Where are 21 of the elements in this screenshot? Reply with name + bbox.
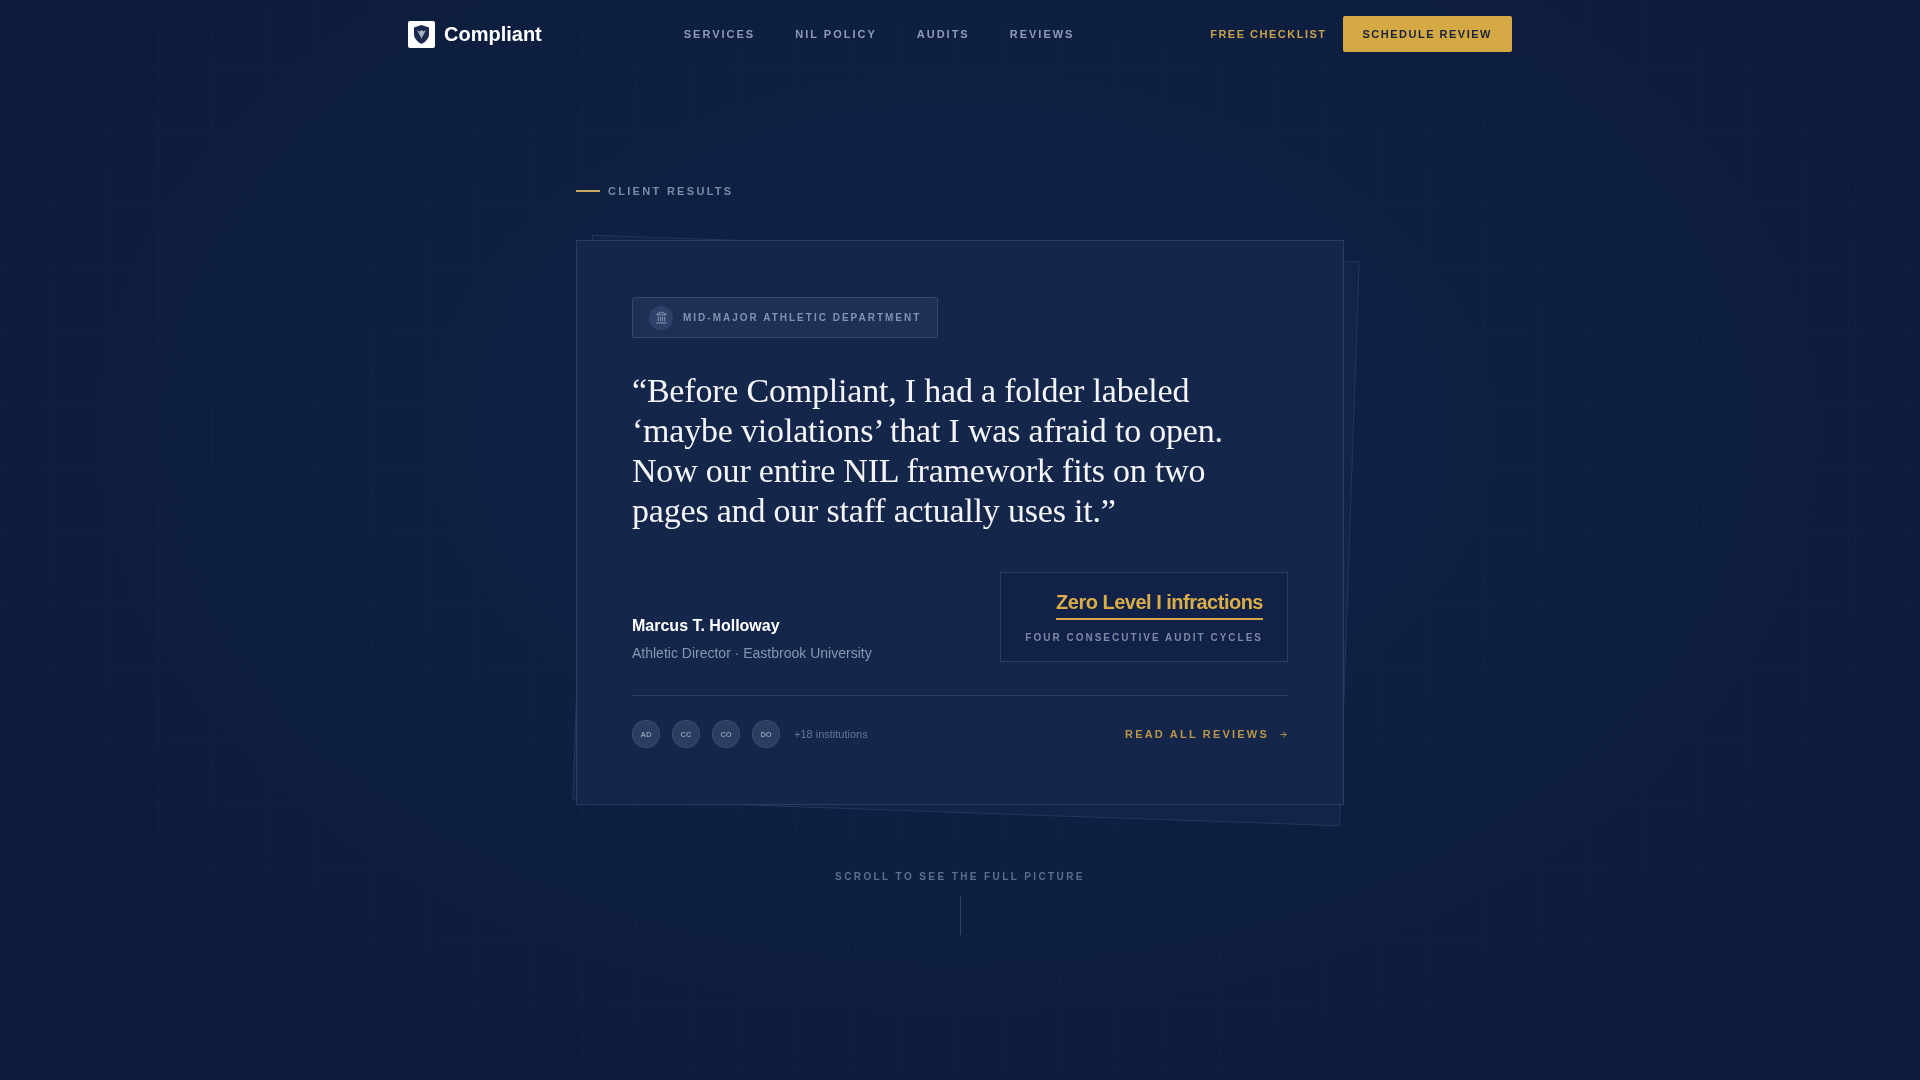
brand-name[interactable]: Compliant [444, 22, 542, 46]
stat-caption: FOUR CONSECUTIVE AUDIT CYCLES [1025, 631, 1263, 645]
schedule-review-button[interactable]: SCHEDULE REVIEW [1342, 16, 1512, 52]
testimonial-quote: “Before Compliant, I had a folder labeled ‘maybe violations’ that I was afraid to open. Now our entire NIL framework fits on two pages and our staff actually uses it.” [632, 371, 1224, 531]
institutions-count: +18 institutions [794, 728, 868, 740]
author-role: Athletic Director · Eastbrook University [632, 644, 872, 662]
stat-value: Zero Level I infractions [1056, 590, 1263, 620]
nav-link[interactable]: NIL POLICY [795, 28, 877, 40]
nav-link[interactable]: SERVICES [683, 28, 756, 40]
nav-link[interactable]: REVIEWS [1009, 28, 1075, 40]
checklist-link[interactable]: FREE CHECKLIST [1210, 28, 1327, 40]
nav-link[interactable]: AUDITS [916, 28, 970, 40]
section-eyebrow: CLIENT RESULTS [608, 185, 734, 197]
author-name: Marcus T. Holloway [632, 616, 781, 636]
read-reviews-link[interactable]: READ ALL REVIEWS [1125, 728, 1288, 740]
eyebrow-rule [576, 190, 600, 192]
tag-label: MID-MAJOR ATHLETIC DEPARTMENT [683, 312, 922, 323]
building-icon [649, 305, 673, 330]
scroll-hint: SCROLL TO SEE THE FULL PICTURE [835, 870, 1085, 884]
shield-logo-icon [408, 20, 435, 48]
arrow-right-icon [1279, 729, 1288, 739]
